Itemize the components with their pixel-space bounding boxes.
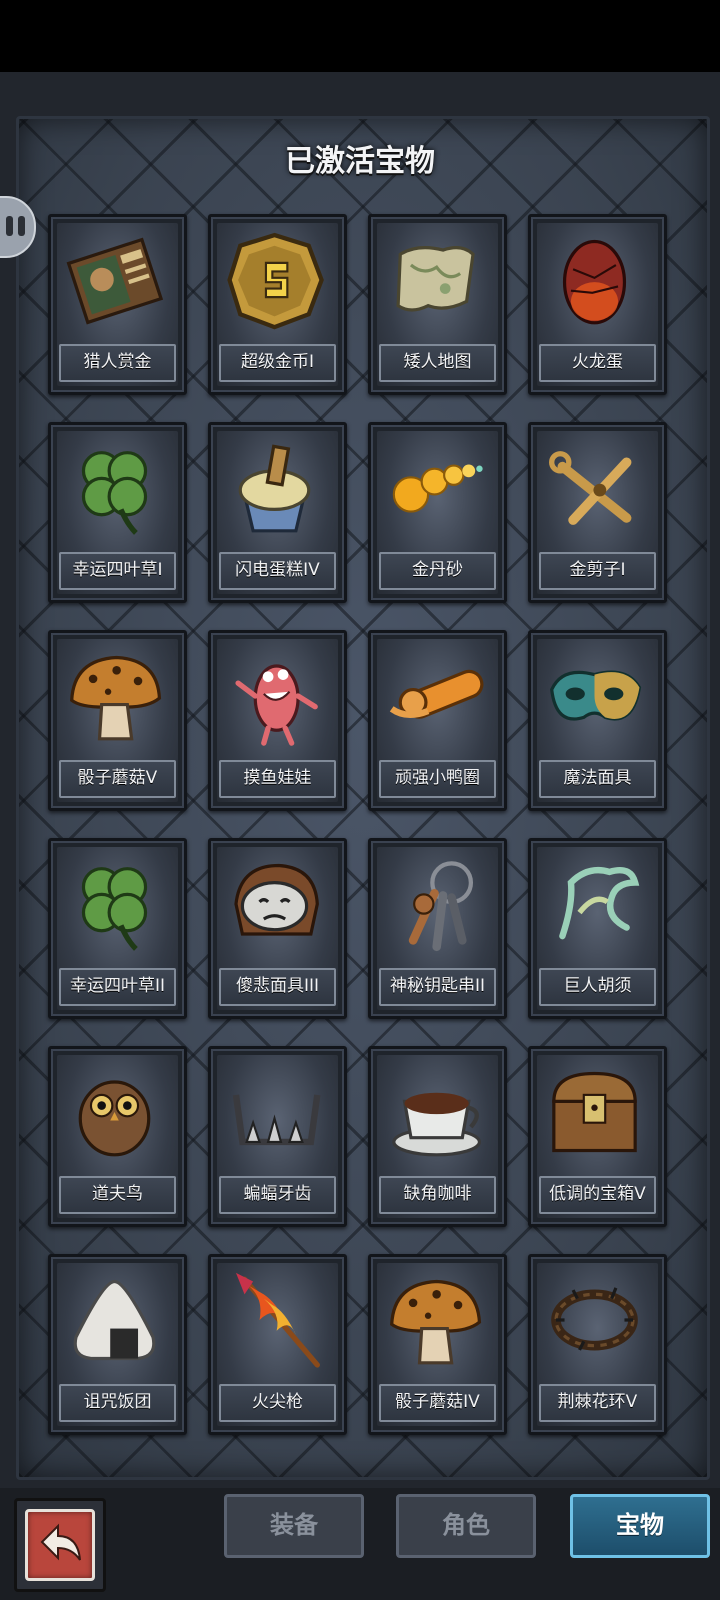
beard-icon bbox=[559, 866, 640, 940]
dragon-egg-icon bbox=[562, 239, 627, 325]
treasure-card[interactable]: 矮人地图 bbox=[368, 214, 507, 395]
item-label: 巨人胡须 bbox=[539, 968, 656, 1006]
item-label: 傻悲面具III bbox=[219, 968, 336, 1006]
treasure-card[interactable]: 超级金币I bbox=[208, 214, 347, 395]
item-label: 骰子蘑菇IV bbox=[379, 1384, 496, 1422]
treasure-card[interactable]: 摸鱼娃娃 bbox=[208, 630, 347, 811]
owl-icon bbox=[78, 1080, 151, 1157]
bat-teeth-icon bbox=[232, 1094, 321, 1146]
back-button[interactable] bbox=[14, 1498, 106, 1592]
status-bar bbox=[0, 0, 720, 72]
gold-coin-icon bbox=[227, 232, 324, 330]
back-arrow-icon bbox=[40, 1523, 81, 1561]
item-label: 骰子蘑菇V bbox=[59, 760, 176, 798]
treasure-card[interactable]: 幸运四叶草I bbox=[48, 422, 187, 603]
item-label: 金剪子I bbox=[539, 552, 656, 590]
item-label: 诅咒饭团 bbox=[59, 1384, 176, 1422]
scissors-icon bbox=[549, 451, 632, 525]
treasure-card[interactable]: 骰子蘑菇IV bbox=[368, 1254, 507, 1435]
item-label: 火龙蛋 bbox=[539, 344, 656, 382]
treasure-card[interactable]: 幸运四叶草II bbox=[48, 838, 187, 1019]
rice-ball-icon bbox=[73, 1279, 156, 1361]
item-label: 顽强小鸭圈 bbox=[379, 760, 496, 798]
treasure-card[interactable]: 猎人赏金 bbox=[48, 214, 187, 395]
item-label: 矮人地图 bbox=[379, 344, 496, 382]
treasure-card[interactable]: 蝙蝠牙齿 bbox=[208, 1046, 347, 1227]
item-label: 摸鱼娃娃 bbox=[219, 760, 336, 798]
item-label: 金丹砂 bbox=[379, 552, 496, 590]
dice-mushroom-icon bbox=[390, 1279, 482, 1365]
treasure-card[interactable]: 顽强小鸭圈 bbox=[368, 630, 507, 811]
sad-mask-icon bbox=[234, 863, 319, 936]
bounty-poster-icon bbox=[66, 237, 164, 325]
item-label: 低调的宝箱V bbox=[539, 1176, 656, 1214]
item-label: 荆棘花环V bbox=[539, 1384, 656, 1422]
treasure-card[interactable]: 低调的宝箱V bbox=[528, 1046, 667, 1227]
magic-mask-icon bbox=[550, 670, 642, 721]
golden-beads-icon bbox=[392, 464, 483, 513]
treasure-card[interactable]: 荆棘花环V bbox=[528, 1254, 667, 1435]
treasure-card[interactable]: 骰子蘑菇V bbox=[48, 630, 187, 811]
thorn-wreath-icon bbox=[551, 1287, 638, 1351]
tab-treasure[interactable]: 宝物 bbox=[570, 1494, 710, 1558]
treasure-card[interactable]: 火龙蛋 bbox=[528, 214, 667, 395]
item-label: 蝙蝠牙齿 bbox=[219, 1176, 336, 1214]
item-label: 火尖枪 bbox=[219, 1384, 336, 1422]
four-leaf-clover-icon bbox=[81, 867, 148, 951]
treasure-card[interactable]: 火尖枪 bbox=[208, 1254, 347, 1435]
treasure-card[interactable]: 金丹砂 bbox=[368, 422, 507, 603]
item-label: 道夫鸟 bbox=[59, 1176, 176, 1214]
item-label: 超级金币I bbox=[219, 344, 336, 382]
item-label: 缺角咖啡 bbox=[379, 1176, 496, 1214]
treasure-chest-icon bbox=[552, 1071, 637, 1153]
treasure-card[interactable]: 缺角咖啡 bbox=[368, 1046, 507, 1227]
item-label: 魔法面具 bbox=[539, 760, 656, 798]
tab-character[interactable]: 角色 bbox=[396, 1494, 536, 1558]
treasure-card[interactable]: 道夫鸟 bbox=[48, 1046, 187, 1227]
fire-spear-icon bbox=[235, 1272, 320, 1368]
item-label: 闪电蛋糕IV bbox=[219, 552, 336, 590]
treasure-card[interactable]: 神秘钥匙串II bbox=[368, 838, 507, 1019]
page-title: 已激活宝物 bbox=[285, 144, 435, 179]
pink-doll-icon bbox=[235, 664, 318, 746]
treasure-grid: 猎人赏金 超级金币I 矮人地图 火龙蛋 幸运四叶草I 闪电蛋糕IV 金丹砂 金剪… bbox=[48, 214, 688, 1454]
treasure-card[interactable]: 诅咒饭团 bbox=[48, 1254, 187, 1435]
dice-mushroom-icon bbox=[70, 655, 162, 741]
map-scroll-icon bbox=[396, 246, 475, 312]
tab-equipment[interactable]: 装备 bbox=[224, 1494, 364, 1558]
cupcake-icon bbox=[238, 444, 311, 533]
swim-ring-icon bbox=[389, 669, 484, 719]
item-label: 幸运四叶草II bbox=[59, 968, 176, 1006]
treasure-card[interactable]: 闪电蛋糕IV bbox=[208, 422, 347, 603]
item-label: 猎人赏金 bbox=[59, 344, 176, 382]
broken-coffee-cup-icon bbox=[392, 1092, 482, 1157]
four-leaf-clover-icon bbox=[81, 451, 148, 535]
treasure-card[interactable]: 魔法面具 bbox=[528, 630, 667, 811]
treasure-card[interactable]: 金剪子I bbox=[528, 422, 667, 603]
treasure-card[interactable]: 巨人胡须 bbox=[528, 838, 667, 1019]
item-label: 神秘钥匙串II bbox=[379, 968, 496, 1006]
keyring-icon bbox=[408, 861, 474, 952]
treasure-card[interactable]: 傻悲面具III bbox=[208, 838, 347, 1019]
item-label: 幸运四叶草I bbox=[59, 552, 176, 590]
